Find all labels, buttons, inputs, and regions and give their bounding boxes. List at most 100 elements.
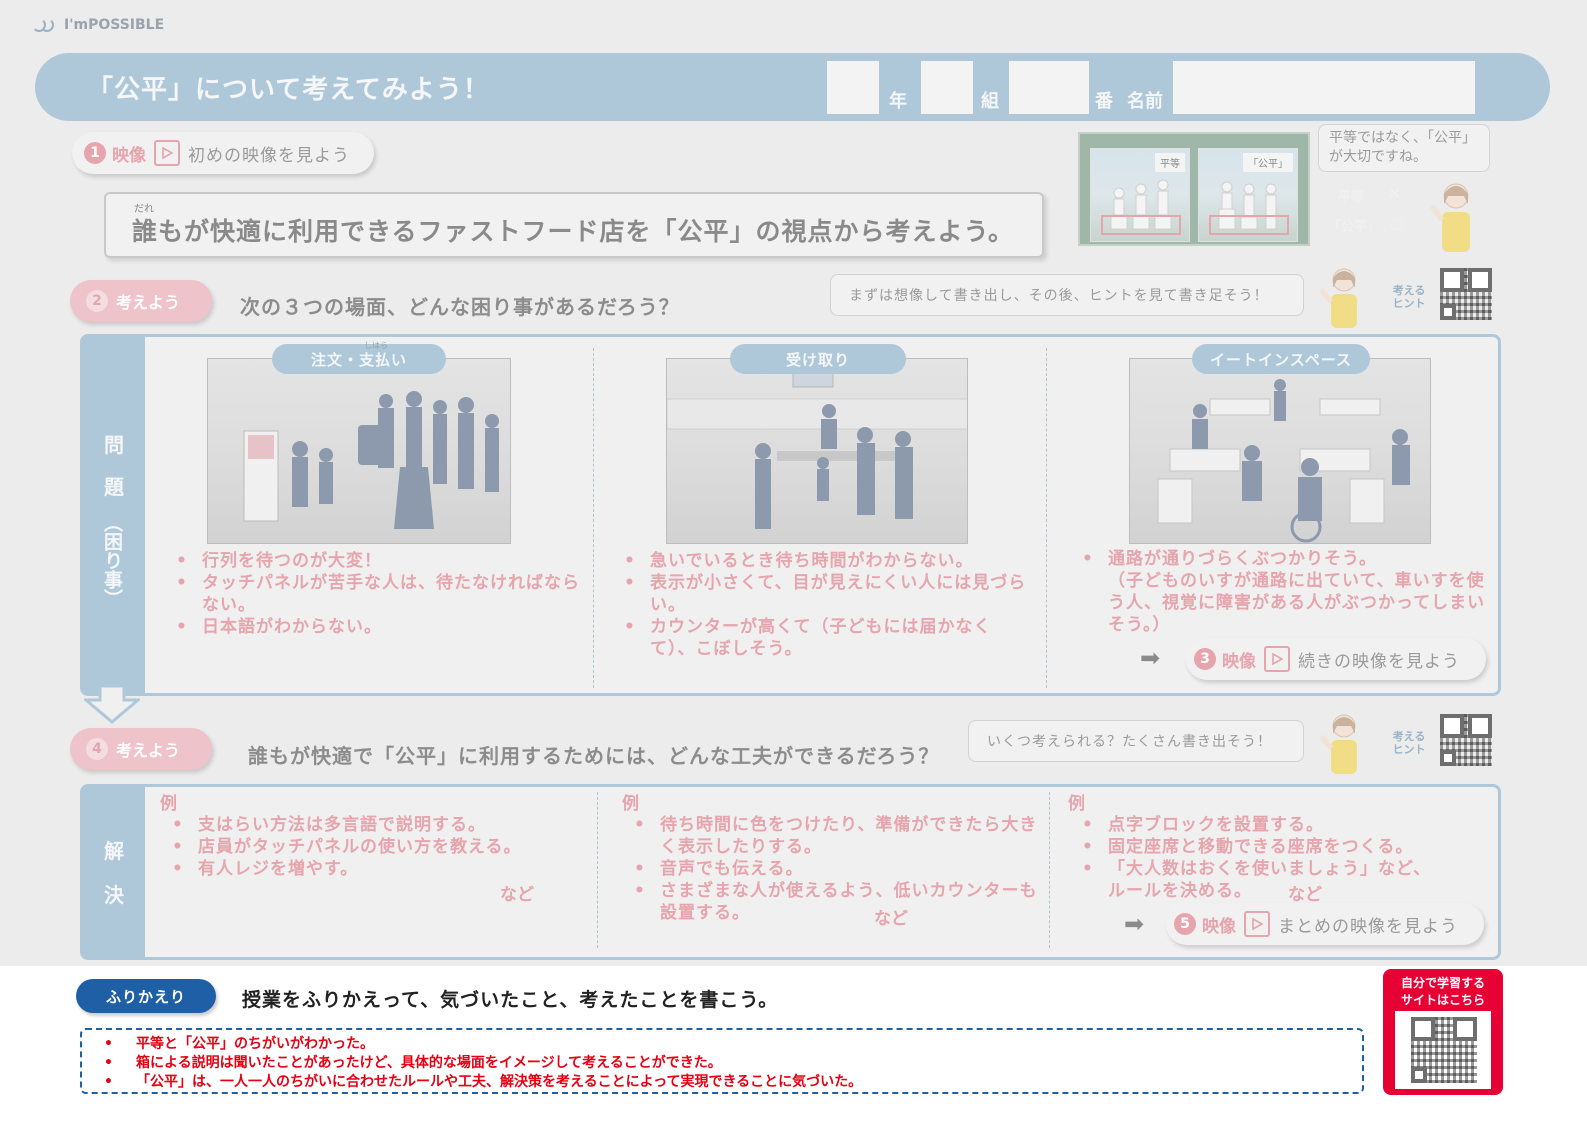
self-study-panel[interactable]: 自分で学習するサイトはこちら bbox=[1383, 969, 1503, 1095]
video-label: 映像 bbox=[1222, 651, 1256, 672]
solution-list: 待ち時間に色をつけたり、準備ができたら大きく表示したりする。 音声でも伝える。 … bbox=[628, 814, 1038, 924]
reflection-question: 授業をふりかえって、気づいたこと、考えたことを書こう。 bbox=[242, 989, 779, 1011]
step-number-badge: 2 bbox=[86, 290, 108, 312]
year-label: 年 bbox=[889, 91, 907, 112]
qr-code-icon[interactable] bbox=[1440, 714, 1492, 766]
qr-code-icon[interactable] bbox=[1411, 1017, 1477, 1083]
furigana: しはら bbox=[364, 341, 388, 350]
etc-label: など bbox=[500, 885, 534, 905]
list-item: 点字ブロックを設置する。 bbox=[1076, 814, 1446, 836]
reflection-label: ふりかえり bbox=[76, 979, 216, 1013]
list-item: （子どものいすが通路に出ていて、車いすを使う人、視覚に障害がある人がぶつかってし… bbox=[1108, 571, 1486, 635]
list-item: カウンターが高くて（子どもには届かなくて）、こぼしそう。 bbox=[618, 616, 1032, 660]
side-char: 問 bbox=[104, 433, 124, 457]
highlight-box bbox=[1101, 215, 1181, 235]
equality-picture: 平等 bbox=[1090, 148, 1190, 242]
main-question-text: 誰もが快適に利用できるファストフード店を「公平」の視点から考えよう。 bbox=[132, 217, 1015, 246]
class-label: 組 bbox=[981, 91, 999, 112]
header-banner: 「公平」について考えてみよう！ 年 組 番 名前 bbox=[35, 53, 1550, 121]
step2-think-button[interactable]: 2 考えよう bbox=[70, 280, 212, 322]
speech-bubble: 平等ではなく、「公平」が大切ですね。 bbox=[1318, 124, 1490, 172]
fair-label: 「公平」 bbox=[1328, 220, 1381, 235]
think-label: 考えよう bbox=[116, 741, 181, 760]
think-label: 考えよう bbox=[116, 293, 181, 312]
reflection-answer-box[interactable]: 平等と「公平」のちがいがわかった。 箱による説明は聞いたことがあったけど、具体的… bbox=[80, 1028, 1364, 1094]
name-label: 名前 bbox=[1127, 91, 1163, 112]
problem-list: 通路が通りづらくぶつかりそう。 （子どものいすが通路に出ていて、車いすを使う人、… bbox=[1076, 548, 1488, 636]
circle-icon: ○ bbox=[1390, 214, 1404, 232]
problems-side-label: 問 題 （困り事） bbox=[83, 337, 145, 693]
play-icon bbox=[154, 140, 180, 166]
list-item: 音声でも伝える。 bbox=[628, 858, 1038, 880]
list-item: 支はらい方法は多言語で説明する。 bbox=[166, 814, 576, 836]
class-field[interactable] bbox=[921, 61, 973, 114]
example-label: 例 bbox=[1068, 794, 1085, 814]
step-number-badge: 1 bbox=[84, 142, 106, 164]
step1-text: 初めの映像を見よう bbox=[188, 145, 350, 166]
list-item: 表示が小さくて、目が見えにくい人には見づらい。 bbox=[618, 572, 1032, 616]
reflection-list: 平等と「公平」のちがいがわかった。 箱による説明は聞いたことがあったけど、具体的… bbox=[82, 1030, 1362, 1092]
number-field[interactable] bbox=[1009, 61, 1089, 114]
solution-list: 支はらい方法は多言語で説明する。 店員がタッチパネルの使い方を教える。 有人レジ… bbox=[166, 814, 576, 880]
list-item: 平等と「公平」のちがいがわかった。 bbox=[104, 1035, 1362, 1054]
side-char: 決 bbox=[104, 883, 124, 907]
video-label: 映像 bbox=[112, 145, 146, 166]
logo-mark-icon bbox=[32, 16, 58, 34]
year-field[interactable] bbox=[827, 61, 879, 114]
step-number-badge: 4 bbox=[86, 738, 108, 760]
list-item: 店員がタッチパネルの使い方を教える。 bbox=[166, 836, 576, 858]
example-label: 例 bbox=[622, 794, 639, 814]
list-item: タッチパネルが苦手な人は、待たなければならない。 bbox=[170, 572, 580, 616]
scene-tag: イートインスペース bbox=[1192, 344, 1370, 374]
step4-think-button[interactable]: 4 考えよう bbox=[70, 728, 212, 770]
scene-tag: 注文・支払い bbox=[272, 344, 446, 374]
teacher-illustration bbox=[1429, 183, 1470, 252]
etc-label: など bbox=[1288, 885, 1322, 905]
highlight-box bbox=[1209, 215, 1289, 235]
step1-video-button[interactable]: 1 映像 初めの映像を見よう bbox=[72, 132, 374, 174]
step3-video-button[interactable]: 3 映像 続きの映像を見よう bbox=[1186, 638, 1486, 680]
impossible-logo: I'mPOSSIBLE bbox=[32, 16, 164, 34]
solution-list: 点字ブロックを設置する。 固定座席と移動できる座席をつくる。 「大人数はおくを使… bbox=[1076, 814, 1446, 902]
equality-fairness-illustration: 平等 「公平」 bbox=[1078, 132, 1310, 246]
side-char: 題 bbox=[104, 475, 124, 499]
column-divider bbox=[1046, 348, 1047, 688]
page-title: 「公平」について考えてみよう！ bbox=[87, 75, 490, 105]
cross-icon: ✕ bbox=[1388, 184, 1402, 203]
fairness-picture: 「公平」 bbox=[1198, 148, 1298, 242]
video-label: 映像 bbox=[1202, 916, 1236, 937]
play-icon bbox=[1264, 646, 1290, 672]
step3-text: 続きの映像を見よう bbox=[1298, 651, 1460, 672]
list-item: 箱による説明は聞いたことがあったけど、具体的な場面をイメージして考えることができ… bbox=[104, 1054, 1362, 1073]
step5-video-button[interactable]: 5 映像 まとめの映像を見よう bbox=[1166, 903, 1484, 945]
teacher-illustration bbox=[1319, 268, 1357, 328]
step4-hint-bubble: いくつ考えられる？たくさん書き出そう！ bbox=[968, 720, 1304, 762]
hint-label: 考える ヒント bbox=[1392, 284, 1426, 310]
self-study-text: 自分で学習するサイトはこちら bbox=[1400, 976, 1485, 1007]
logo-text: I'mPOSSIBLE bbox=[64, 17, 165, 33]
name-field[interactable] bbox=[1173, 61, 1475, 114]
hint-label: 考える ヒント bbox=[1392, 730, 1426, 756]
self-study-qr-wrapper bbox=[1395, 1011, 1491, 1089]
column-divider bbox=[1049, 792, 1050, 948]
list-item: 急いでいるとき待ち時間がわからない。 bbox=[618, 550, 1032, 572]
list-item: 行列を待つのが大変！ bbox=[170, 550, 580, 572]
step4-question: 誰もが快適で「公平」に利用するためには、どんな工夫ができるだろう？ bbox=[248, 744, 940, 768]
example-label: 例 bbox=[160, 794, 177, 814]
list-item: 日本語がわからない。 bbox=[170, 616, 580, 638]
arrow-right-icon: ➡ bbox=[1124, 910, 1145, 938]
step5-text: まとめの映像を見よう bbox=[1278, 916, 1458, 937]
qr-code-icon[interactable] bbox=[1440, 268, 1492, 320]
list-item: 「公平」は、一人一人のちがいに合わせたルールや工夫、解決策を考えることによって実… bbox=[104, 1073, 1362, 1092]
eat-in-space-scene-image bbox=[1129, 358, 1431, 544]
solutions-side-label: 解 決 bbox=[83, 787, 145, 957]
list-item: 待ち時間に色をつけたり、準備ができたら大きく表示したりする。 bbox=[628, 814, 1038, 858]
equal-label: 平等 bbox=[1338, 190, 1365, 205]
step2-question: 次の３つの場面、どんな困り事があるだろう？ bbox=[240, 295, 680, 319]
column-divider bbox=[593, 348, 594, 688]
list-item: 「大人数はおくを使いましょう」など、ルールを決める。 bbox=[1076, 858, 1446, 902]
arrow-right-icon: ➡ bbox=[1140, 644, 1161, 672]
step2-hint-bubble: まずは想像して書き出し、その後、ヒントを見て書き足そう！ bbox=[830, 274, 1304, 316]
pickup-scene-image bbox=[666, 358, 968, 544]
down-arrow-icon bbox=[84, 686, 140, 724]
